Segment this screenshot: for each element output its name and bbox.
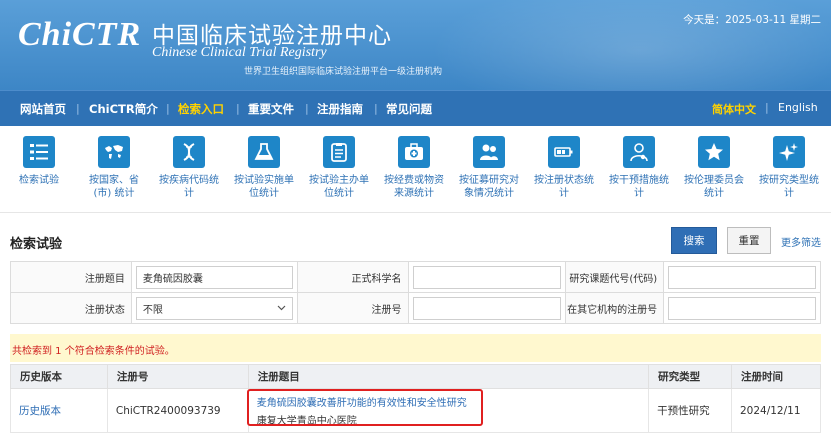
reg-date-cell: 2024/12/11 <box>730 388 822 433</box>
iconnav-by-study-type[interactable]: 按研究类型统计 <box>752 136 826 200</box>
dna-icon <box>173 136 205 168</box>
users-icon <box>473 136 505 168</box>
nav-about[interactable]: ChiCTR简介 <box>89 101 158 117</box>
iconnav-label: 按伦理委员会 统计 <box>684 175 744 199</box>
search-button[interactable]: 搜索 <box>671 227 717 254</box>
iconnav-label: 按干预措施统计 <box>609 175 669 199</box>
sparkle-icon <box>773 136 805 168</box>
iconnav-label: 按经费或物资 来源统计 <box>384 175 444 199</box>
sci-title-input[interactable] <box>412 265 562 289</box>
col-history: 历史版本 <box>10 364 108 389</box>
iconnav-by-funding[interactable]: 按经费或物资 来源统计 <box>377 136 451 200</box>
nav-separator: | <box>374 102 378 115</box>
col-study-type: 研究类型 <box>648 364 732 389</box>
iconnav-label: 按征募研究对 象情况统计 <box>459 175 519 199</box>
reg-status-value: 不限 <box>142 304 163 316</box>
site-name-en: Chinese Clinical Trial Registry <box>152 45 327 60</box>
world-map-icon <box>98 136 130 168</box>
iconnav-by-ethics[interactable]: 按伦理委员会 统计 <box>677 136 751 200</box>
nav-guide[interactable]: 注册指南 <box>317 101 363 117</box>
lang-chinese[interactable]: 简体中文 <box>712 101 756 117</box>
reset-button[interactable]: 重置 <box>727 227 771 254</box>
iconnav-label: 按疾病代码统计 <box>159 175 219 199</box>
sci-title-label: 正式科学名 <box>296 261 409 293</box>
more-filter-link[interactable]: 更多筛选 <box>781 234 821 249</box>
flask-icon <box>248 136 280 168</box>
iconnav-by-disease[interactable]: 按疾病代码统计 <box>152 136 226 200</box>
reg-status-label: 注册状态 <box>10 292 132 324</box>
nav-documents[interactable]: 重要文件 <box>248 101 294 117</box>
nav-separator: | <box>76 102 80 115</box>
doctor-icon <box>623 136 655 168</box>
stat-icon-nav: 检索试验 按国家、省 (市) 统计 按疾病代码统计 按试验实施单 位统计 按试验主办… <box>0 126 831 212</box>
lang-english[interactable]: English <box>778 101 818 114</box>
study-code-input[interactable] <box>668 265 816 289</box>
nav-search[interactable]: 检索入口 <box>178 101 224 117</box>
list-numbered-icon <box>23 136 55 168</box>
reg-title-label: 注册题目 <box>10 261 132 293</box>
iconnav-label: 按研究类型统计 <box>759 175 819 199</box>
study-code-label: 研究课题代号(代码) <box>565 261 665 293</box>
iconnav-by-intervention[interactable]: 按干预措施统计 <box>602 136 676 200</box>
chevron-down-icon <box>277 303 286 314</box>
iconnav-by-region[interactable]: 按国家、省 (市) 统计 <box>77 136 151 200</box>
history-version-link[interactable]: 历史版本 <box>19 405 61 417</box>
results-table: 历史版本 注册号 注册题目 研究类型 注册时间 历史版本 ChiCTR24000… <box>10 364 822 433</box>
search-section-title: 检索试验 <box>10 237 63 252</box>
trial-institution: 康复大学青岛中心医院 <box>256 416 357 427</box>
iconnav-by-recruitment[interactable]: 按征募研究对 象情况统计 <box>452 136 526 200</box>
study-type-cell: 干预性研究 <box>648 388 732 433</box>
iconnav-search-trials[interactable]: 检索试验 <box>2 136 76 187</box>
today-date: 今天是：2025-03-11 星期二 <box>683 14 821 26</box>
iconnav-label: 按试验主办单 位统计 <box>309 175 369 199</box>
other-reg-no-label: 在其它机构的注册号 <box>565 292 665 324</box>
nav-separator: | <box>166 102 170 115</box>
iconnav-label: 按国家、省 (市) 统计 <box>89 175 139 199</box>
star-icon <box>698 136 730 168</box>
other-reg-no-input[interactable] <box>668 296 816 320</box>
site-tagline: 世界卫生组织国际临床试验注册平台一级注册机构 <box>244 67 443 77</box>
medkit-icon <box>398 136 430 168</box>
nav-home[interactable]: 网站首页 <box>20 101 66 117</box>
site-logo[interactable]: ChiCTR <box>18 16 141 54</box>
search-form: 注册题目 麦角硫因胶囊 正式科学名 研究课题代号(代码) 注册状态 不限 注册号… <box>10 261 821 324</box>
section-divider <box>0 212 831 213</box>
header-banner: ChiCTR 中国临床试验注册中心 Chinese Clinical Trial… <box>0 0 831 90</box>
nav-separator: | <box>236 102 240 115</box>
iconnav-by-sponsor[interactable]: 按试验主办单 位统计 <box>302 136 376 200</box>
nav-faq[interactable]: 常见问题 <box>386 101 432 117</box>
reg-title-input[interactable]: 麦角硫因胶囊 <box>135 265 293 289</box>
iconnav-label: 检索试验 <box>19 175 59 186</box>
iconnav-by-site[interactable]: 按试验实施单 位统计 <box>227 136 301 200</box>
clipboard-icon <box>323 136 355 168</box>
iconnav-by-status[interactable]: 按注册状态统计 <box>527 136 601 200</box>
col-title: 注册题目 <box>247 364 650 389</box>
reg-no-input[interactable] <box>412 296 562 320</box>
col-reg-date: 注册时间 <box>730 364 822 389</box>
iconnav-label: 按注册状态统计 <box>534 175 594 199</box>
main-nav: 网站首页 | ChiCTR简介 | 检索入口 | 重要文件 | 注册指南 | 常… <box>0 90 831 126</box>
reg-no-label: 注册号 <box>296 292 409 324</box>
col-reg-no: 注册号 <box>106 364 249 389</box>
result-summary-bar: 共检索到 1 个符合检索条件的试验。 <box>10 334 821 362</box>
trial-title-link[interactable]: 麦角硫因胶囊改善肝功能的有效性和安全性研究 <box>257 394 648 409</box>
battery-icon <box>548 136 580 168</box>
results-header-row: 历史版本 注册号 注册题目 研究类型 注册时间 <box>10 364 822 389</box>
nav-separator: | <box>305 102 309 115</box>
table-row: 历史版本 ChiCTR2400093739 麦角硫因胶囊改善肝功能的有效性和安全… <box>10 388 822 433</box>
reg-status-select[interactable]: 不限 <box>135 296 293 320</box>
result-summary: 共检索到 1 个符合检索条件的试验。 <box>12 346 175 357</box>
lang-separator: | <box>765 101 769 114</box>
iconnav-label: 按试验实施单 位统计 <box>234 175 294 199</box>
reg-no-cell: ChiCTR2400093739 <box>106 388 249 433</box>
